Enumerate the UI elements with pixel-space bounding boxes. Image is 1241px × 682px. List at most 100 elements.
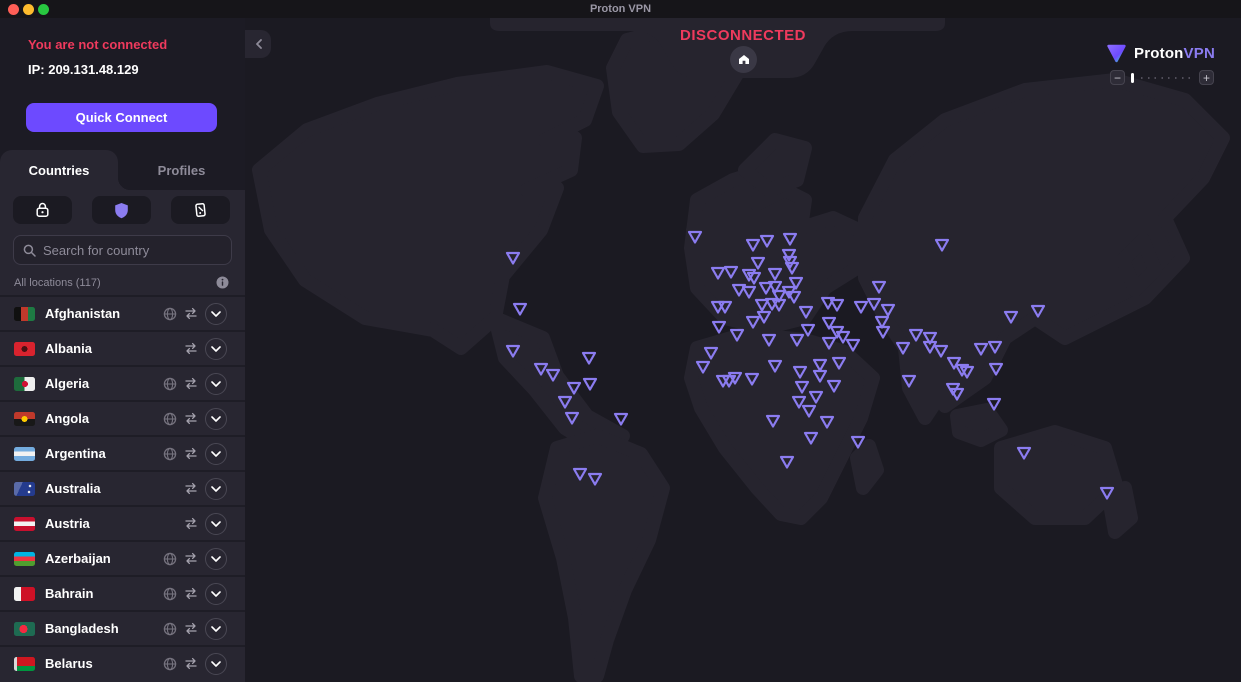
- server-pin[interactable]: [778, 454, 796, 470]
- window-title: Proton VPN: [0, 3, 1241, 15]
- server-pin[interactable]: [760, 332, 778, 348]
- tor-filter-button[interactable]: [171, 196, 230, 224]
- secure-core-filter-button[interactable]: [13, 196, 72, 224]
- server-pin[interactable]: [504, 250, 522, 266]
- server-pin[interactable]: [726, 370, 744, 386]
- server-pin[interactable]: [986, 339, 1004, 355]
- server-pin[interactable]: [1098, 485, 1116, 501]
- country-row-icons: [163, 303, 227, 325]
- expand-country-button[interactable]: [205, 653, 227, 675]
- server-pin[interactable]: [830, 355, 848, 371]
- server-pin[interactable]: [820, 335, 838, 351]
- search-input[interactable]: [43, 243, 222, 258]
- server-pin[interactable]: [716, 299, 734, 315]
- server-pin[interactable]: [1002, 309, 1020, 325]
- expand-country-button[interactable]: [205, 583, 227, 605]
- server-pin[interactable]: [1029, 303, 1047, 319]
- server-pin[interactable]: [581, 376, 599, 392]
- server-pin[interactable]: [828, 297, 846, 313]
- smart-routing-globe-icon: [163, 447, 177, 461]
- server-pin[interactable]: [766, 358, 784, 374]
- server-pin[interactable]: [825, 378, 843, 394]
- server-pin[interactable]: [544, 367, 562, 383]
- country-row[interactable]: Australia: [0, 470, 245, 505]
- country-name: Azerbaijan: [45, 551, 153, 566]
- country-row-icons: [163, 478, 227, 500]
- info-icon[interactable]: [216, 276, 229, 289]
- server-pin[interactable]: [764, 413, 782, 429]
- server-pin[interactable]: [800, 403, 818, 419]
- chevron-down-icon: [211, 451, 221, 457]
- server-pin[interactable]: [849, 434, 867, 450]
- filter-buttons: [0, 190, 245, 224]
- server-pin[interactable]: [874, 324, 892, 340]
- flag-azerbaijan: [14, 552, 35, 566]
- collapse-sidebar-button[interactable]: [245, 30, 271, 58]
- title-bar: Proton VPN: [0, 0, 1241, 18]
- server-pin[interactable]: [987, 361, 1005, 377]
- country-row[interactable]: Bangladesh: [0, 610, 245, 645]
- country-row-icons: [163, 408, 227, 430]
- country-row[interactable]: Argentina: [0, 435, 245, 470]
- country-row-icons: [163, 513, 227, 535]
- quick-connect-button[interactable]: Quick Connect: [26, 103, 217, 132]
- home-button[interactable]: [730, 46, 757, 73]
- server-pin[interactable]: [1015, 445, 1033, 461]
- p2p-shield-filter-button[interactable]: [92, 196, 151, 224]
- expand-country-button[interactable]: [205, 373, 227, 395]
- zoom-slider[interactable]: [1131, 72, 1193, 84]
- server-pin[interactable]: [694, 359, 712, 375]
- expand-country-button[interactable]: [205, 618, 227, 640]
- server-pin[interactable]: [586, 471, 604, 487]
- server-pin[interactable]: [802, 430, 820, 446]
- country-row[interactable]: Azerbaijan: [0, 540, 245, 575]
- server-pin[interactable]: [985, 396, 1003, 412]
- server-pin[interactable]: [504, 343, 522, 359]
- server-pin[interactable]: [844, 337, 862, 353]
- smart-routing-globe-icon: [163, 622, 177, 636]
- country-row[interactable]: Angola: [0, 400, 245, 435]
- expand-country-button[interactable]: [205, 408, 227, 430]
- server-pin[interactable]: [870, 279, 888, 295]
- server-pin[interactable]: [710, 319, 728, 335]
- server-pin[interactable]: [933, 237, 951, 253]
- server-pin[interactable]: [799, 322, 817, 338]
- country-row[interactable]: Algeria: [0, 365, 245, 400]
- country-row[interactable]: Austria: [0, 505, 245, 540]
- expand-country-button[interactable]: [205, 513, 227, 535]
- expand-country-button[interactable]: [205, 303, 227, 325]
- country-row[interactable]: Bahrain: [0, 575, 245, 610]
- tab-profiles[interactable]: Profiles: [118, 150, 245, 190]
- server-pin[interactable]: [900, 373, 918, 389]
- server-pin[interactable]: [781, 231, 799, 247]
- server-pin[interactable]: [948, 386, 966, 402]
- server-pin[interactable]: [744, 314, 762, 330]
- country-name: Argentina: [45, 446, 153, 461]
- country-row[interactable]: Albania: [0, 330, 245, 365]
- server-pin[interactable]: [743, 371, 761, 387]
- server-pin[interactable]: [818, 414, 836, 430]
- expand-country-button[interactable]: [205, 443, 227, 465]
- server-pin[interactable]: [686, 229, 704, 245]
- server-pin[interactable]: [563, 410, 581, 426]
- zoom-out-button[interactable]: −: [1110, 70, 1125, 85]
- server-pin[interactable]: [791, 364, 809, 380]
- expand-country-button[interactable]: [205, 338, 227, 360]
- zoom-slider-knob[interactable]: [1131, 73, 1134, 83]
- server-pin[interactable]: [783, 260, 801, 276]
- server-pin[interactable]: [958, 364, 976, 380]
- server-pin[interactable]: [612, 411, 630, 427]
- expand-country-button[interactable]: [205, 478, 227, 500]
- expand-country-button[interactable]: [205, 548, 227, 570]
- server-pin[interactable]: [722, 264, 740, 280]
- country-row[interactable]: Afghanistan: [0, 295, 245, 330]
- zoom-in-button[interactable]: +: [1199, 70, 1214, 85]
- server-pin[interactable]: [580, 350, 598, 366]
- server-pin[interactable]: [511, 301, 529, 317]
- country-row[interactable]: Belarus: [0, 645, 245, 680]
- country-name: Belarus: [45, 656, 153, 671]
- server-pin[interactable]: [797, 304, 815, 320]
- server-pin[interactable]: [556, 394, 574, 410]
- tab-countries[interactable]: Countries: [0, 150, 118, 190]
- server-pin[interactable]: [758, 233, 776, 249]
